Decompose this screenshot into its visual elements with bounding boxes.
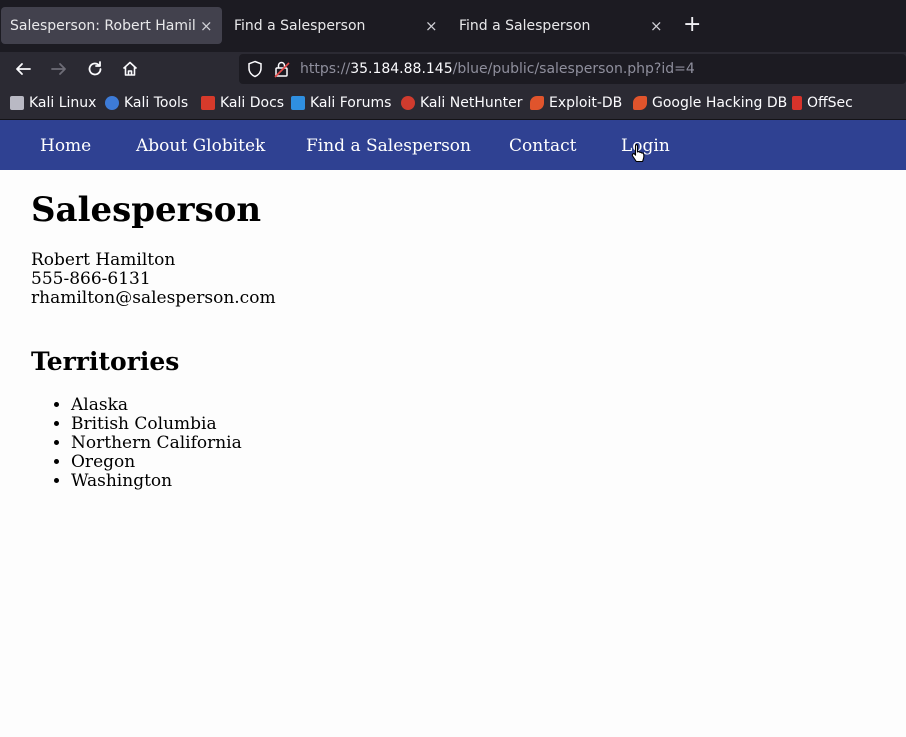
ghdb-icon [633,96,647,110]
tab-bar: Salesperson: Robert Hamilto × Find a Sal… [0,0,906,52]
salesperson-phone: 555-866-6131 [31,269,151,289]
page-title: Salesperson [31,190,262,230]
reload-icon [88,61,102,76]
bookmark-google-hacking-db[interactable]: Google Hacking DB [633,95,787,111]
forward-button[interactable] [45,55,73,83]
home-button[interactable] [116,55,144,83]
url-scheme: https:// [300,61,351,77]
nav-about-link[interactable]: About Globitek [136,136,265,156]
bookmark-kali-forums[interactable]: Kali Forums [291,95,391,111]
list-item: Washington [71,472,242,491]
list-item: Oregon [71,453,242,472]
close-tab-icon[interactable]: × [200,17,213,35]
territories-heading: Territories [31,347,180,376]
tab-salesperson[interactable]: Salesperson: Robert Hamilto × [1,7,222,44]
bookmark-offsec[interactable]: OffSec [792,95,853,111]
url-host: 35.184.88.145 [350,61,453,77]
hand-cursor-icon [631,143,645,163]
home-icon [122,61,138,76]
nethunter-icon [401,96,415,110]
bookmark-exploit-db[interactable]: Exploit-DB [530,95,622,111]
list-item: Alaska [71,396,242,415]
nav-find-salesperson-link[interactable]: Find a Salesperson [306,136,471,156]
insecure-lock-icon[interactable] [272,59,292,79]
bookmark-kali-linux[interactable]: Kali Linux [10,95,96,111]
bookmark-kali-tools[interactable]: Kali Tools [105,95,188,111]
list-item: Northern California [71,434,242,453]
salesperson-info: Robert Hamilton 555-866-6131 rhamilton@s… [31,251,276,308]
tab-title: Salesperson: Robert Hamilto [10,17,196,34]
back-arrow-icon [16,63,31,75]
url-path: /blue/public/salesperson.php?id=4 [452,61,695,77]
salesperson-name: Robert Hamilton [31,250,176,270]
nav-contact-link[interactable]: Contact [509,136,577,156]
offsec-icon [792,96,802,110]
tab-title: Find a Salesperson [234,17,366,34]
shield-icon[interactable] [246,60,264,78]
list-item: British Columbia [71,415,242,434]
kali-docs-icon [201,96,215,110]
back-button[interactable] [9,55,37,83]
tab-find-salesperson-1[interactable]: Find a Salesperson × [225,7,443,44]
exploit-db-icon [530,96,544,110]
salesperson-email: rhamilton@salesperson.com [31,288,276,308]
url-text[interactable]: https://35.184.88.145/blue/public/salesp… [300,59,695,79]
kali-dragon-icon [10,96,24,110]
forward-arrow-icon [51,63,66,75]
bookmark-kali-nethunter[interactable]: Kali NetHunter [401,95,522,111]
nav-home-link[interactable]: Home [40,136,91,156]
reload-button[interactable] [81,55,109,83]
close-tab-icon[interactable]: × [650,17,663,35]
kali-tools-icon [105,96,119,110]
close-tab-icon[interactable]: × [425,17,438,35]
kali-forums-icon [291,96,305,110]
bookmark-kali-docs[interactable]: Kali Docs [201,95,284,111]
tab-title: Find a Salesperson [459,17,591,34]
new-tab-button[interactable]: + [683,12,701,38]
territories-list: Alaska British Columbia Northern Califor… [31,396,242,491]
tab-find-salesperson-2[interactable]: Find a Salesperson × [450,7,668,44]
